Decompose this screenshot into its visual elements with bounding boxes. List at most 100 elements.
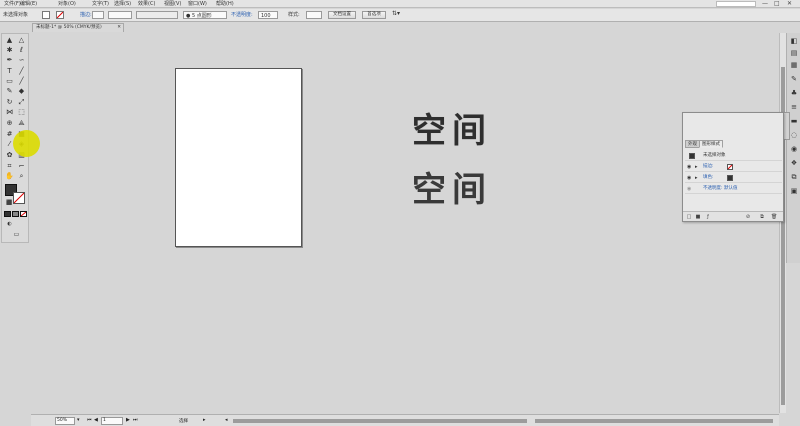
fill-swatch[interactable]	[42, 11, 50, 19]
close-tab-icon[interactable]: ✕	[117, 24, 121, 32]
gradient-panel-icon[interactable]: ▬	[790, 117, 798, 125]
visibility-eye-icon[interactable]: ◉	[687, 162, 691, 172]
menu-effect[interactable]: 效果(C)	[138, 0, 155, 8]
previous-artboard-icon[interactable]: ◀	[94, 417, 98, 423]
add-new-fill-icon[interactable]: ■	[695, 214, 701, 220]
appearance-header-row[interactable]: 未选择对象	[685, 151, 782, 161]
trash-icon[interactable]: 🗑	[771, 214, 777, 220]
lasso-icon[interactable]: ℓ	[16, 46, 27, 55]
stroke-weight-stepper[interactable]	[92, 11, 104, 19]
line-icon[interactable]: ╱	[16, 67, 27, 76]
fill-row[interactable]: ◉ ▸ 填色:	[685, 173, 782, 183]
preferences-button[interactable]: 首选项	[362, 11, 386, 19]
document-setup-button[interactable]: 文档设置	[328, 11, 356, 19]
zoom-dropdown-icon[interactable]: ▾	[77, 417, 80, 423]
opacity-field[interactable]: 100	[258, 11, 278, 19]
artboard-icon[interactable]: ⌗	[4, 162, 15, 171]
symbol-sprayer-icon[interactable]: ✿	[4, 151, 15, 160]
add-effect-icon[interactable]: ƒ	[705, 214, 711, 220]
stroke-chip[interactable]	[727, 164, 733, 170]
close-icon[interactable]: ✕	[787, 0, 792, 8]
scale-icon[interactable]: ⤢	[16, 98, 27, 107]
disclosure-triangle-icon[interactable]: ▸	[695, 173, 698, 183]
last-artboard-icon[interactable]: ⏭	[133, 417, 138, 423]
maximize-icon[interactable]: □	[774, 0, 780, 8]
status-arrow-icon[interactable]: ▸	[203, 417, 206, 423]
draw-mode-icon[interactable]: ◐	[4, 220, 15, 229]
brush-dropdown[interactable]: ● 5 点圆形	[183, 11, 227, 19]
color-guide-icon[interactable]: ▤	[790, 49, 798, 57]
rotate-icon[interactable]: ↻	[4, 98, 15, 107]
pencil-icon[interactable]: ✎	[4, 87, 15, 96]
eraser-icon[interactable]: ◆	[16, 87, 27, 96]
first-artboard-icon[interactable]: ⏮	[87, 417, 92, 423]
style-dropdown[interactable]	[306, 11, 322, 19]
disclosure-triangle-icon[interactable]: ▸	[695, 162, 698, 172]
brushes-icon[interactable]: ✎	[790, 75, 798, 83]
variable-width-dropdown[interactable]	[136, 11, 178, 19]
menu-file[interactable]: 文件(F)	[4, 0, 21, 8]
stroke-panel-icon[interactable]: ≡	[790, 103, 798, 111]
document-tab[interactable]: 未标题-1* @ 50% (CMYK/预览) ✕	[32, 23, 124, 32]
perspective-icon[interactable]: ⟁	[16, 119, 27, 128]
next-artboard-icon[interactable]: ▶	[126, 417, 130, 423]
hand-icon[interactable]: ✋	[4, 172, 15, 181]
width-icon[interactable]: ⋈	[4, 108, 15, 117]
layers-icon[interactable]: ⧉	[790, 173, 798, 181]
fill-chip[interactable]	[727, 175, 733, 181]
add-new-stroke-icon[interactable]: □	[686, 214, 692, 220]
menu-type[interactable]: 文字(T)	[92, 0, 109, 8]
menu-help[interactable]: 帮助(H)	[216, 0, 234, 8]
horizontal-scroll-thumb[interactable]	[233, 419, 527, 423]
pen-icon[interactable]: ✒	[4, 56, 15, 65]
search-input[interactable]	[716, 1, 756, 7]
text-object-1[interactable]: 空间	[412, 111, 492, 151]
selection-tool-icon[interactable]: ▲	[4, 36, 15, 45]
swatches-icon[interactable]: ▦	[790, 61, 798, 69]
vertical-scrollbar[interactable]	[779, 33, 786, 413]
appearance-icon[interactable]: ◉	[790, 145, 798, 153]
tab-appearance[interactable]: 外观	[685, 140, 700, 148]
scroll-left-icon[interactable]: ◂	[225, 417, 228, 423]
default-colors-icon[interactable]: ⬛	[4, 199, 15, 208]
opacity-row[interactable]: ◉ 不透明度: 默认值	[685, 184, 782, 194]
color-panel-icon[interactable]: ◧	[790, 37, 798, 45]
stroke-label[interactable]: 描边:	[80, 12, 92, 18]
duplicate-item-icon[interactable]: ⧉	[759, 214, 765, 220]
clear-appearance-icon[interactable]: ⊘	[745, 214, 751, 220]
magic-wand-icon[interactable]: ✱	[4, 46, 15, 55]
menu-object[interactable]: 对象(O)	[58, 0, 76, 8]
arrange-icon[interactable]: ⇅▾	[392, 11, 400, 17]
rectangle-icon[interactable]: ▭	[4, 77, 15, 86]
direct-selection-icon[interactable]: △	[16, 36, 27, 45]
graphic-styles-icon[interactable]: ❖	[790, 159, 798, 167]
stroke-row[interactable]: ◉ ▸ 描边:	[685, 162, 782, 172]
text-object-2[interactable]: 空间	[412, 170, 492, 210]
menu-edit[interactable]: 编辑(E)	[20, 0, 37, 8]
minimize-icon[interactable]: —	[762, 0, 768, 8]
transparency-icon[interactable]: ◌	[790, 131, 798, 139]
tab-graphic-styles[interactable]: 图形样式	[699, 140, 723, 148]
stroke-weight-field[interactable]	[108, 11, 132, 19]
none-mode-icon[interactable]	[20, 211, 27, 217]
gradient-mode-icon[interactable]	[12, 211, 19, 217]
slice-icon[interactable]: ⌐	[16, 162, 27, 171]
visibility-eye-icon[interactable]: ◉	[687, 184, 691, 194]
artboard-number-field[interactable]: 1	[101, 417, 123, 425]
zoom-field[interactable]: 50%	[55, 417, 75, 425]
shape-builder-icon[interactable]: ⊕	[4, 119, 15, 128]
visibility-eye-icon[interactable]: ◉	[687, 173, 691, 183]
screen-mode-icon[interactable]: ▭	[11, 230, 22, 239]
stroke-swatch[interactable]	[56, 11, 64, 19]
curvature-icon[interactable]: ∽	[16, 56, 27, 65]
artboards-icon[interactable]: ▣	[790, 187, 798, 195]
menu-view[interactable]: 视图(V)	[164, 0, 181, 8]
menu-select[interactable]: 选择(S)	[114, 0, 131, 8]
paintbrush-icon[interactable]: ╱	[16, 77, 27, 86]
opacity-label[interactable]: 不透明度:	[231, 12, 253, 18]
canvas-area[interactable]	[31, 33, 779, 413]
color-mode-icon[interactable]	[4, 211, 11, 217]
symbols-icon[interactable]: ♣	[790, 89, 798, 97]
type-icon[interactable]: T	[4, 67, 15, 76]
free-transform-icon[interactable]: ⬚	[16, 108, 27, 117]
